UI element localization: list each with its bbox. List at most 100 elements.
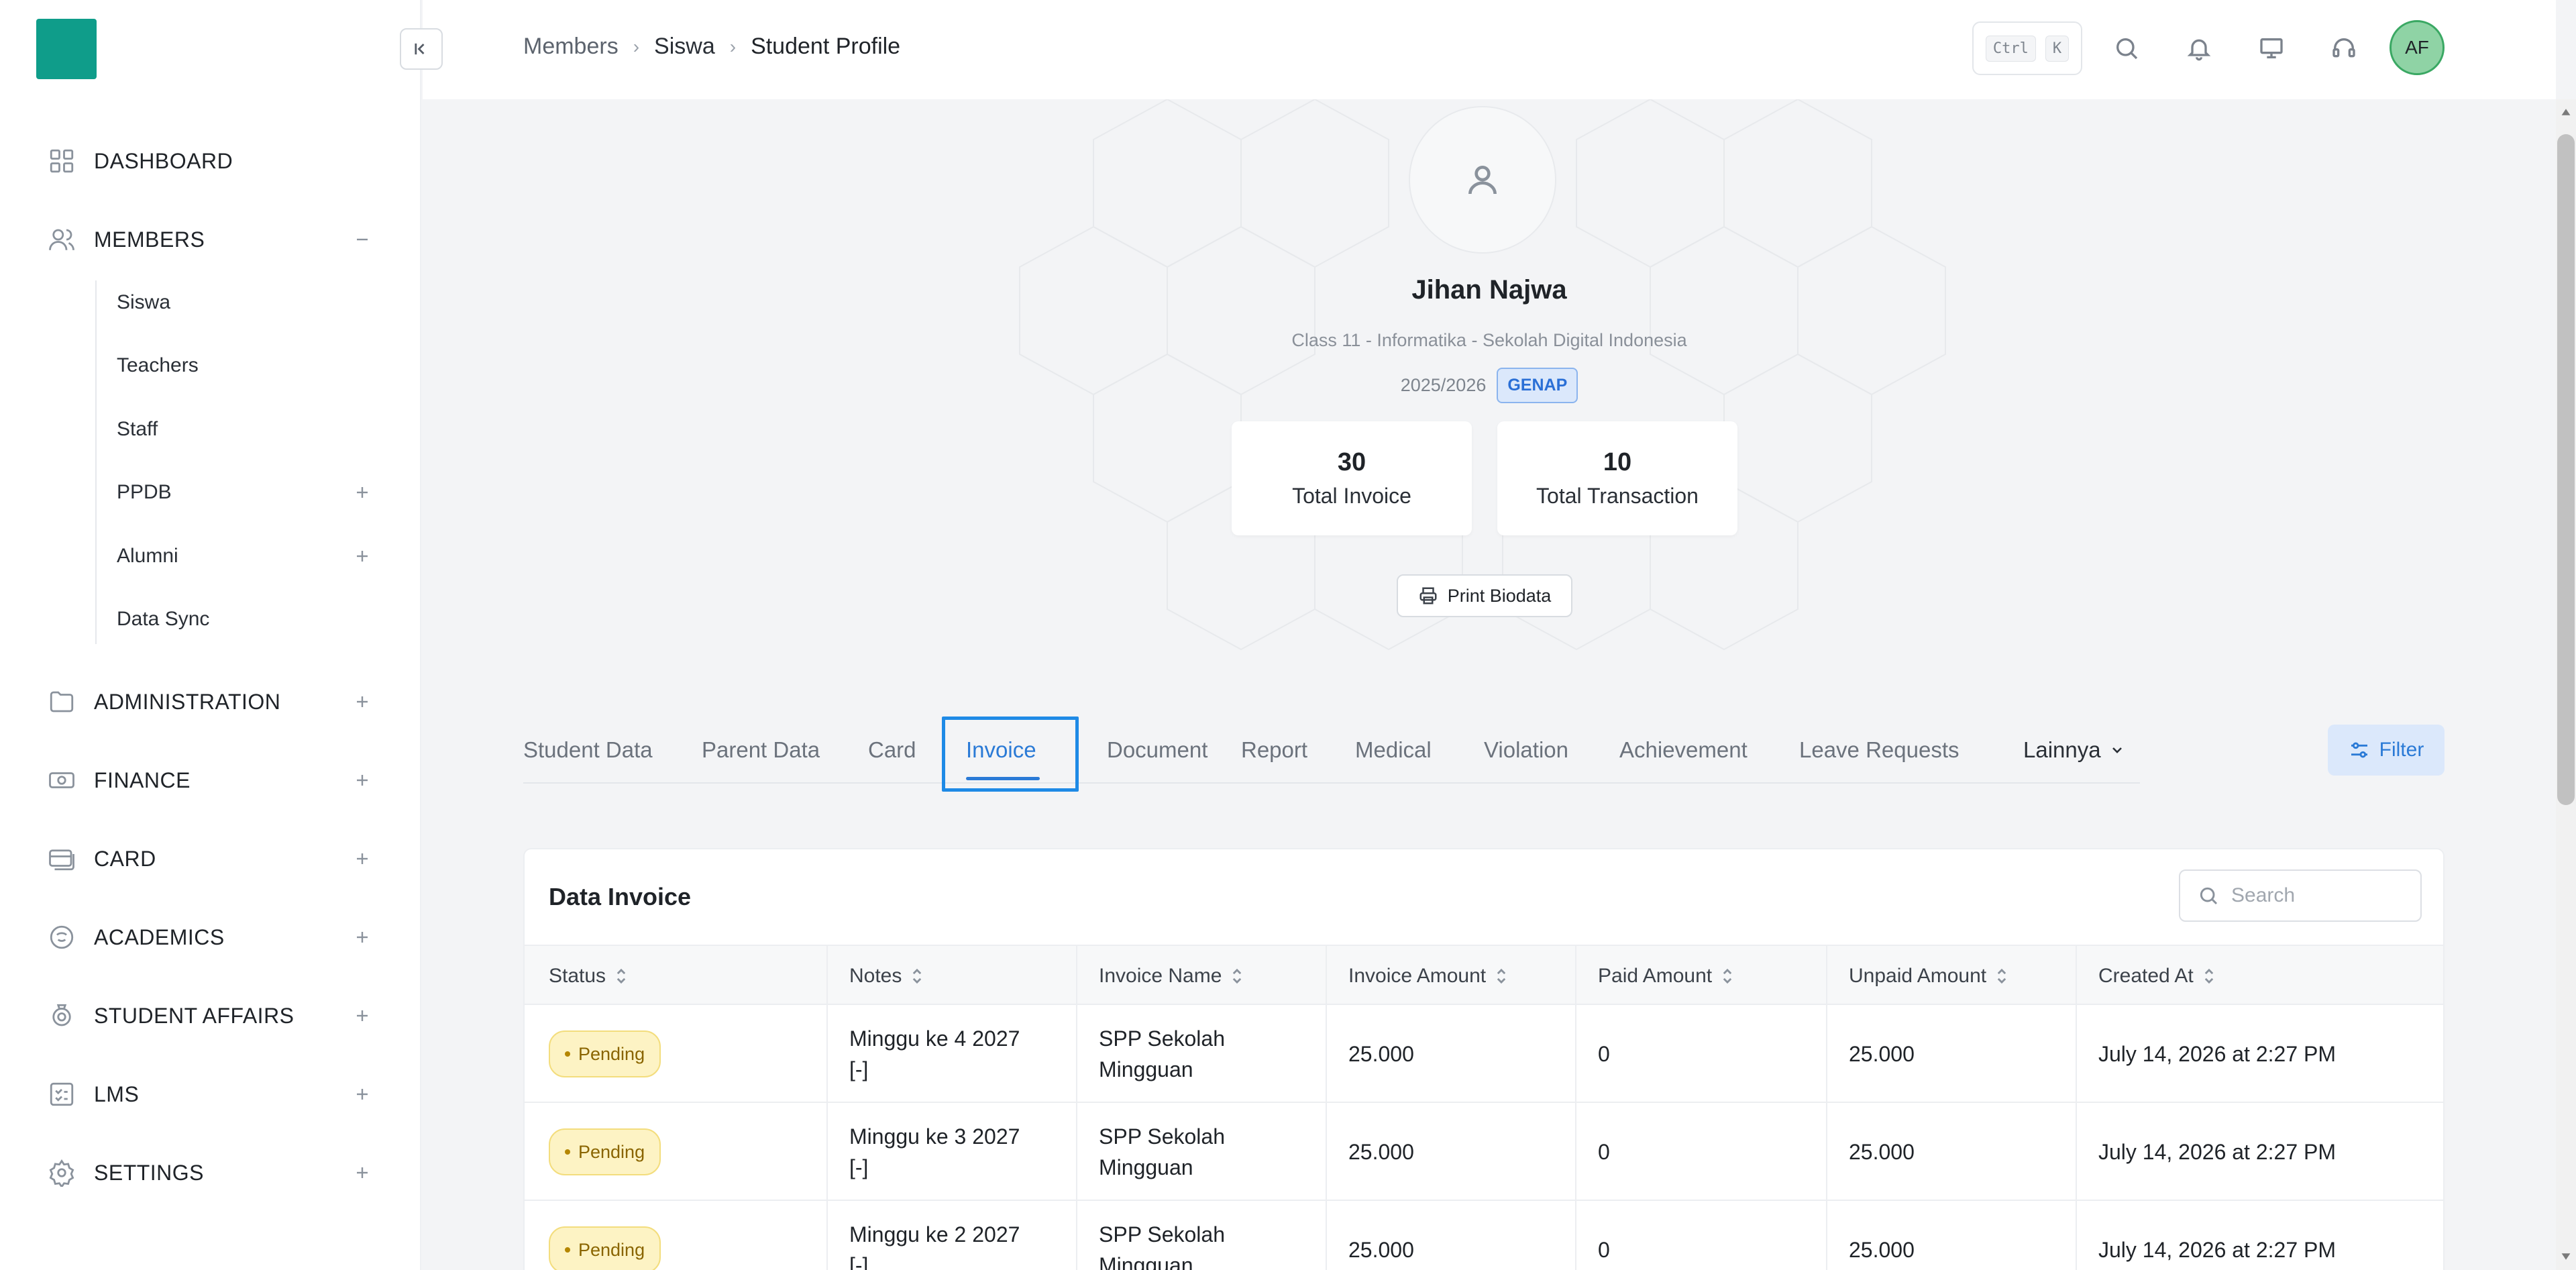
expand-plus-icon[interactable] xyxy=(349,767,376,794)
status-badge-label: Pending xyxy=(578,1142,645,1162)
sort-icon xyxy=(616,968,626,984)
sidebar-item-members[interactable]: MEMBERS xyxy=(47,219,369,260)
user-icon xyxy=(1468,166,1497,195)
sidebar: DASHBOARD MEMBERS Siswa Teachers Staff P… xyxy=(0,0,421,1270)
stat-label: Total Transaction xyxy=(1536,484,1699,508)
sidebar-subitem-teachers[interactable]: Teachers xyxy=(117,346,369,386)
invoice-card: Data Invoice Status Notes Invoice Name I… xyxy=(523,848,2445,1270)
column-header-created-at[interactable]: Created At xyxy=(2098,946,2215,1006)
cell-invoice-amount: 25.000 xyxy=(1348,1140,1414,1164)
filter-button[interactable]: Filter xyxy=(2328,725,2445,776)
breadcrumb-siswa[interactable]: Siswa xyxy=(654,34,715,60)
sidebar-subitem-siswa[interactable]: Siswa xyxy=(117,282,369,323)
sidebar-item-label: LMS xyxy=(94,1081,140,1106)
grid-icon xyxy=(47,146,76,176)
sidebar-subitem-label: Teachers xyxy=(117,354,199,376)
expand-plus-icon[interactable] xyxy=(349,1159,376,1186)
breadcrumb-members[interactable]: Members xyxy=(523,34,619,60)
support-headset-icon[interactable] xyxy=(2325,30,2363,67)
page-scrollbar-thumb[interactable] xyxy=(2557,134,2575,805)
column-header-label: Paid Amount xyxy=(1598,965,1713,987)
shortcut-key-ctrl: Ctrl xyxy=(1985,35,2036,62)
sidebar-item-administration[interactable]: ADMINISTRATION xyxy=(47,682,369,722)
expand-plus-icon[interactable] xyxy=(349,1002,376,1029)
user-avatar[interactable]: AF xyxy=(2390,20,2445,75)
expand-plus-icon[interactable] xyxy=(349,1081,376,1108)
filter-label: Filter xyxy=(2379,739,2424,761)
invoice-search-input[interactable] xyxy=(2231,884,2406,907)
sidebar-item-label: DASHBOARD xyxy=(94,148,233,173)
tab-more-dropdown[interactable]: Lainnya xyxy=(2023,717,2125,784)
table-row[interactable]: Pending Minggu ke 4 2027 [-] SPP Sekolah M… xyxy=(525,1005,2443,1103)
scroll-down-arrow-icon[interactable] xyxy=(2556,1247,2576,1267)
student-name: Jihan Najwa xyxy=(1411,275,1567,305)
tab-invoice[interactable]: Invoice xyxy=(966,717,1036,784)
expand-plus-icon[interactable] xyxy=(349,924,376,951)
sidebar-subitem-alumni[interactable]: Alumni xyxy=(117,536,369,576)
collapse-minus-icon[interactable] xyxy=(349,226,376,253)
tab-student-data[interactable]: Student Data xyxy=(523,717,653,784)
tab-medical[interactable]: Medical xyxy=(1355,717,1432,784)
column-header-paid-amount[interactable]: Paid Amount xyxy=(1598,946,1733,1006)
money-icon xyxy=(47,765,76,795)
bell-icon[interactable] xyxy=(2180,30,2218,67)
sidebar-item-label: ADMINISTRATION xyxy=(94,689,281,714)
sidebar-item-student-affairs[interactable]: STUDENT AFFAIRS xyxy=(47,996,369,1036)
sidebar-item-dashboard[interactable]: DASHBOARD xyxy=(47,141,369,181)
top-bar: Members › Siswa › Student Profile Ctrl K… xyxy=(423,0,2556,99)
app-root: DASHBOARD MEMBERS Siswa Teachers Staff P… xyxy=(0,0,2576,1270)
tab-achievement[interactable]: Achievement xyxy=(1619,717,1748,784)
card-title: Data Invoice xyxy=(549,883,692,910)
sidebar-item-card[interactable]: CARD xyxy=(47,839,369,879)
tab-card[interactable]: Card xyxy=(868,717,916,784)
expand-plus-icon[interactable] xyxy=(349,688,376,715)
table-row[interactable]: Pending Minggu ke 2 2027 [-] SPP Sekolah M… xyxy=(525,1201,2443,1270)
status-badge: Pending xyxy=(549,1030,661,1077)
tab-violation[interactable]: Violation xyxy=(1484,717,1568,784)
sidebar-subitem-staff[interactable]: Staff xyxy=(117,409,369,449)
tab-report[interactable]: Report xyxy=(1241,717,1307,784)
print-biodata-button[interactable]: Print Biodata xyxy=(1397,574,1572,617)
sort-icon xyxy=(913,968,922,984)
sidebar-item-settings[interactable]: SETTINGS xyxy=(47,1153,369,1193)
stat-card-total-transaction: 10 Total Transaction xyxy=(1497,421,1737,535)
cell-paid-amount: 0 xyxy=(1598,1140,1610,1164)
sidebar-subitem-label: Siswa xyxy=(117,291,171,313)
sort-icon xyxy=(1997,968,2006,984)
column-header-notes[interactable]: Notes xyxy=(849,946,923,1006)
sidebar-collapse-button[interactable] xyxy=(400,28,443,70)
filter-sliders-icon xyxy=(2351,742,2367,758)
expand-plus-icon[interactable] xyxy=(349,479,376,506)
cell-created-at: July 14, 2026 at 2:27 PM xyxy=(2098,1140,2336,1164)
sidebar-subitem-ppdb[interactable]: PPDB xyxy=(117,472,369,513)
academic-year-row: 2025/2026 GENAP xyxy=(423,368,2556,403)
tab-leave-requests[interactable]: Leave Requests xyxy=(1799,717,1960,784)
sidebar-item-academics[interactable]: ACADEMICS xyxy=(47,917,369,957)
sidebar-item-finance[interactable]: FINANCE xyxy=(47,760,369,800)
command-palette-shortcut[interactable]: Ctrl K xyxy=(1972,21,2082,75)
sidebar-item-lms[interactable]: LMS xyxy=(47,1074,369,1114)
cell-invoice-amount: 25.000 xyxy=(1348,1238,1414,1262)
notes-line: Minggu ke 3 2027 xyxy=(849,1124,1020,1149)
tab-parent-data[interactable]: Parent Data xyxy=(702,717,820,784)
column-header-label: Invoice Name xyxy=(1099,965,1222,987)
column-header-status[interactable]: Status xyxy=(549,946,627,1006)
notes-line: [-] xyxy=(849,1155,869,1179)
scroll-up-arrow-icon[interactable] xyxy=(2556,102,2576,122)
app-logo[interactable] xyxy=(36,19,97,79)
sidebar-subitem-data-sync[interactable]: Data Sync xyxy=(117,599,369,639)
cell-created-at: July 14, 2026 at 2:27 PM xyxy=(2098,1042,2336,1066)
search-icon[interactable] xyxy=(2108,30,2145,67)
column-header-unpaid-amount[interactable]: Unpaid Amount xyxy=(1849,946,2008,1006)
sort-icon xyxy=(2204,968,2213,984)
expand-plus-icon[interactable] xyxy=(349,845,376,872)
monitor-icon[interactable] xyxy=(2253,30,2290,67)
table-row[interactable]: Pending Minggu ke 3 2027 [-] SPP Sekolah M… xyxy=(525,1103,2443,1201)
tab-document[interactable]: Document xyxy=(1107,717,1208,784)
column-header-invoice-name[interactable]: Invoice Name xyxy=(1099,946,1243,1006)
column-header-invoice-amount[interactable]: Invoice Amount xyxy=(1348,946,1507,1006)
breadcrumb-chevron-icon: › xyxy=(729,36,737,57)
cell-paid-amount: 0 xyxy=(1598,1238,1610,1262)
expand-plus-icon[interactable] xyxy=(349,543,376,570)
stat-card-total-invoice: 30 Total Invoice xyxy=(1232,421,1472,535)
